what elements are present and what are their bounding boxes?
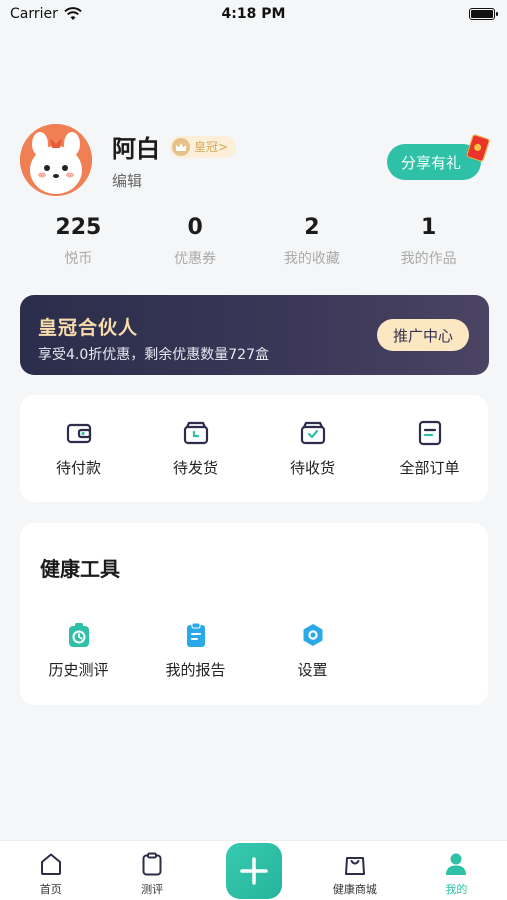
health-tools-row: 历史测评 我的报告 设置 bbox=[20, 621, 488, 680]
red-packet-icon bbox=[465, 133, 491, 163]
home-icon bbox=[40, 853, 61, 875]
crown-icon bbox=[172, 137, 190, 156]
order-pending-receipt[interactable]: 待收货 bbox=[254, 419, 371, 478]
plus-icon bbox=[239, 857, 268, 885]
tab-home[interactable]: 首页 bbox=[0, 841, 101, 900]
stat-value: 1 bbox=[420, 215, 437, 240]
user-name: 阿白 bbox=[112, 135, 160, 163]
stats-row: 225 悦币 0 优惠券 2 我的收藏 1 我的作品 bbox=[20, 212, 487, 276]
stat-value: 0 bbox=[187, 215, 203, 240]
bunny-avatar-icon bbox=[20, 124, 92, 196]
wifi-icon bbox=[64, 7, 82, 20]
stat-label: 优惠券 bbox=[174, 251, 217, 267]
stat-coins[interactable]: 225 悦币 bbox=[20, 212, 137, 276]
profile-header: 阿白 皇冠> 编辑 分享有礼 bbox=[20, 124, 491, 196]
status-left: Carrier bbox=[10, 6, 82, 22]
stat-label: 悦币 bbox=[64, 251, 93, 267]
share-gift-label: 分享有礼 bbox=[400, 153, 461, 172]
order-pending-payment[interactable]: 待付款 bbox=[20, 419, 137, 478]
tab-label: 测评 bbox=[141, 883, 164, 896]
report-icon bbox=[186, 622, 205, 647]
tab-health-mall[interactable]: 健康商城 bbox=[304, 841, 405, 900]
stat-favorites[interactable]: 2 我的收藏 bbox=[254, 212, 371, 276]
order-label: 待收货 bbox=[289, 459, 335, 477]
tab-mine[interactable]: 我的 bbox=[406, 841, 507, 900]
settings-icon bbox=[303, 624, 322, 646]
tool-label: 设置 bbox=[297, 661, 328, 679]
tab-label: 健康商城 bbox=[332, 883, 377, 896]
health-tools-card: 健康工具 历史测评 我的报告 设置 bbox=[20, 523, 488, 705]
tool-my-report[interactable]: 我的报告 bbox=[137, 621, 254, 680]
history-clock-icon bbox=[68, 623, 89, 647]
orders-card: 待付款 待发货 待收货 全部订单 bbox=[20, 395, 488, 502]
status-bar: Carrier 4:18 PM bbox=[0, 0, 507, 28]
order-pending-shipment[interactable]: 待发货 bbox=[137, 419, 254, 478]
stat-coupons[interactable]: 0 优惠券 bbox=[137, 212, 254, 276]
battery-icon bbox=[469, 8, 498, 20]
tool-label: 我的报告 bbox=[165, 661, 226, 679]
box-pending-icon bbox=[183, 421, 208, 445]
tool-label: 历史测评 bbox=[48, 661, 109, 679]
wallet-icon bbox=[66, 423, 91, 444]
edit-profile-link[interactable]: 编辑 bbox=[112, 170, 236, 191]
health-tools-title: 健康工具 bbox=[40, 557, 120, 581]
clipboard-icon bbox=[142, 852, 162, 876]
stat-value: 225 bbox=[55, 215, 102, 240]
stat-label: 我的收藏 bbox=[283, 251, 340, 267]
tab-label: 首页 bbox=[39, 883, 62, 896]
name-row: 阿白 皇冠> bbox=[112, 129, 237, 164]
tab-label: 我的 bbox=[445, 883, 468, 896]
level-badge-label: 皇冠> bbox=[194, 140, 229, 154]
order-label: 全部订单 bbox=[399, 459, 460, 477]
promotion-center-button[interactable]: 推广中心 bbox=[377, 319, 469, 351]
level-badge[interactable]: 皇冠> bbox=[170, 135, 237, 158]
box-check-icon bbox=[300, 421, 325, 445]
avatar[interactable] bbox=[20, 124, 92, 196]
order-list-icon bbox=[418, 420, 441, 446]
tool-settings[interactable]: 设置 bbox=[254, 621, 371, 680]
tab-center-slot bbox=[203, 841, 304, 900]
order-label: 待发货 bbox=[172, 459, 218, 477]
share-gift-button[interactable]: 分享有礼 bbox=[387, 133, 491, 180]
shopping-bag-icon bbox=[344, 857, 365, 875]
bottom-tab-bar: 首页 测评 健康商城 我的 bbox=[0, 840, 507, 900]
stat-label: 我的作品 bbox=[400, 251, 457, 267]
carrier-label: Carrier bbox=[10, 6, 58, 22]
order-label: 待付款 bbox=[55, 459, 101, 477]
order-all[interactable]: 全部订单 bbox=[371, 419, 488, 478]
stat-value: 2 bbox=[304, 215, 320, 240]
add-button[interactable] bbox=[225, 843, 282, 899]
profile-info: 阿白 皇冠> 编辑 bbox=[112, 129, 237, 191]
user-icon bbox=[446, 853, 467, 875]
tool-history-assessment[interactable]: 历史测评 bbox=[20, 621, 137, 680]
stat-works[interactable]: 1 我的作品 bbox=[370, 212, 487, 276]
tab-assessment[interactable]: 测评 bbox=[101, 841, 202, 900]
partner-banner[interactable]: 皇冠合伙人 享受4.0折优惠，剩余优惠数量727盒 推广中心 bbox=[20, 295, 489, 375]
